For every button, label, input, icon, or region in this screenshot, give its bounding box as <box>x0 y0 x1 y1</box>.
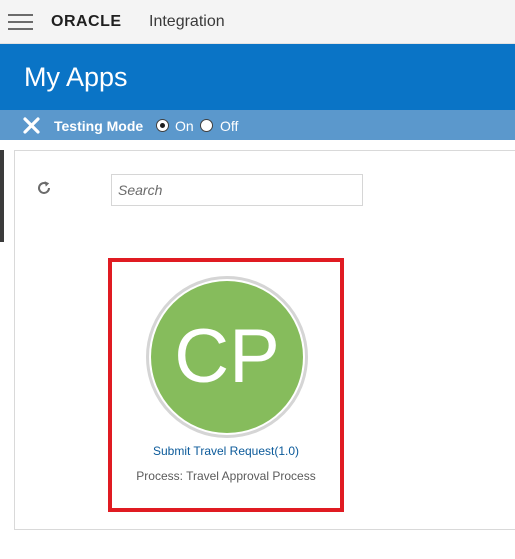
close-icon[interactable] <box>22 116 41 135</box>
product-name: Integration <box>149 13 225 30</box>
testing-mode-on-label[interactable]: On <box>175 118 194 134</box>
page-title: My Apps <box>24 62 128 92</box>
refresh-icon[interactable] <box>36 180 52 196</box>
hamburger-menu-icon[interactable] <box>8 13 33 31</box>
testing-mode-bar: Testing Mode On Off <box>0 110 515 140</box>
app-name-link[interactable]: Submit Travel Request(1.0) <box>112 444 340 458</box>
oracle-logo: ORACLE <box>51 13 122 30</box>
testing-mode-on-radio[interactable] <box>156 119 169 132</box>
testing-mode-label: Testing Mode <box>54 118 144 134</box>
testing-mode-off-label[interactable]: Off <box>220 118 238 134</box>
search-input[interactable] <box>111 174 363 206</box>
app-description: Process: Travel Approval Process <box>136 469 316 483</box>
left-edge-strip <box>0 150 4 242</box>
top-bar: ORACLE Integration <box>0 0 515 44</box>
page-header: My Apps <box>0 44 515 110</box>
testing-mode-off-radio[interactable] <box>200 119 213 132</box>
app-avatar[interactable]: CP <box>151 281 303 433</box>
